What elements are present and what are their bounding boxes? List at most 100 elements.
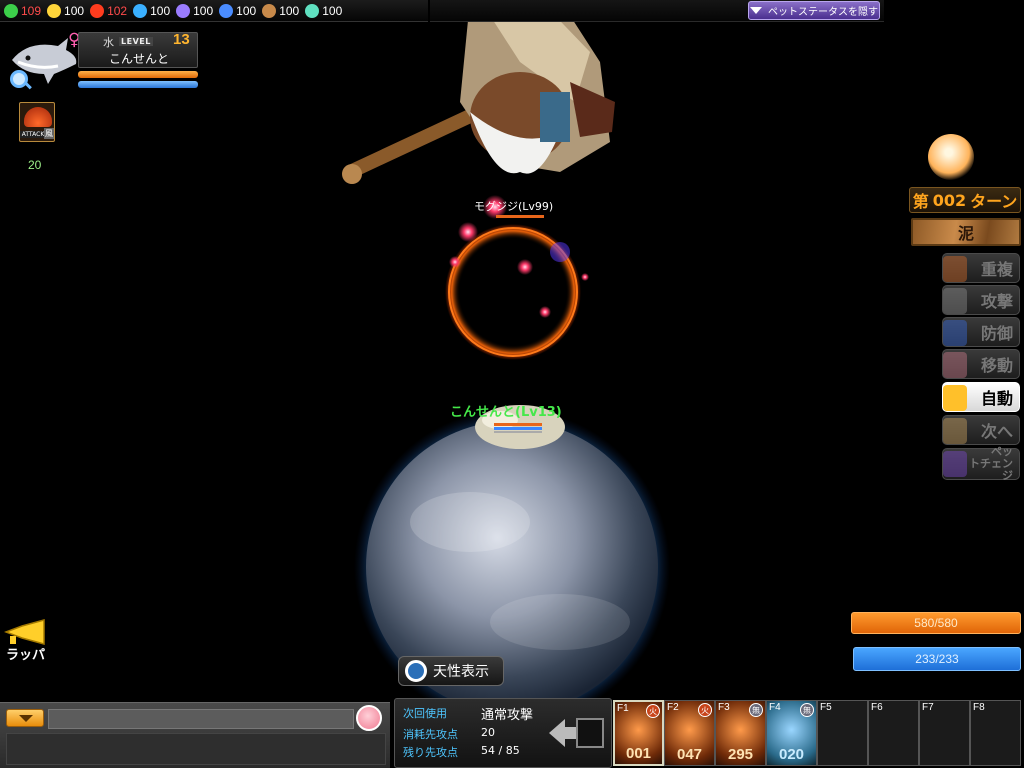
slot-key: F2 <box>667 702 679 713</box>
pet-status-panel: ♀ 水 LEVEL 13 こんせんと <box>8 28 198 98</box>
next-use-label: 次回使用 <box>403 707 447 720</box>
horn-icon <box>3 619 45 645</box>
remaining-value: 54 / 85 <box>481 744 520 757</box>
resource-value: 100 <box>193 3 214 18</box>
switch-arrow-icon[interactable] <box>547 715 605 751</box>
command-sword-button[interactable]: 攻撃 <box>942 285 1020 315</box>
fire-icon <box>90 3 105 18</box>
repeat-icon <box>943 256 967 282</box>
enemy-name-label: モグジジ(Lv99) <box>474 200 554 213</box>
terrain-label: 泥 <box>957 224 974 243</box>
attack-skill-icon[interactable]: ATTACK 風 <box>19 102 55 142</box>
battle-scene-art <box>342 0 670 725</box>
slot-key: F7 <box>922 702 934 713</box>
chat-toggle-button[interactable] <box>6 709 44 727</box>
player-name-label: こんせんと(Lv13) <box>450 405 562 420</box>
slot-key: F6 <box>871 702 883 713</box>
horn-label: ラッパ <box>6 648 46 663</box>
pet-level: 13 <box>173 31 190 48</box>
target-icon <box>219 3 234 18</box>
wind-icon <box>305 3 320 18</box>
command-label: 移動 <box>980 356 1013 375</box>
pet-name: こんせんと <box>109 52 170 66</box>
resource-value: 100 <box>64 3 85 18</box>
slot-number: 020 <box>778 746 805 763</box>
hide-pet-status-button[interactable]: ペットステータスを隠す <box>748 1 880 20</box>
action-info-panel: 次回使用 通常攻撃 消耗先攻点 20 残り先攻点 54 / 85 <box>394 698 612 768</box>
horn-button[interactable]: ラッパ <box>3 618 52 664</box>
function-slot-f8[interactable]: F8 <box>970 700 1021 766</box>
slot-element: 火 <box>646 704 660 718</box>
terrain-indicator: 泥 <box>911 218 1021 246</box>
command-wing-button[interactable]: 移動 <box>942 349 1020 379</box>
pet-hp-bar <box>78 71 198 78</box>
chat-input[interactable] <box>48 709 354 729</box>
water-drop-icon <box>133 3 148 18</box>
trait-display-label: 天性表示 <box>433 664 489 680</box>
total-mp-value: 233/233 <box>915 652 959 666</box>
command-label: 次へ <box>980 422 1013 441</box>
resource-target: 100 <box>219 3 257 18</box>
function-slot-f2[interactable]: F2 火 047 <box>664 700 715 766</box>
function-slot-f5[interactable]: F5 <box>817 700 868 766</box>
triangle-down-icon <box>750 7 762 14</box>
emote-face-icon[interactable] <box>356 705 382 731</box>
command-shield-button[interactable]: 防御 <box>942 317 1020 347</box>
player-mp-bar <box>494 427 542 430</box>
slot-key: F1 <box>617 703 629 714</box>
pet-mp-bar <box>78 81 198 88</box>
total-hp-value: 580/580 <box>914 616 958 630</box>
command-label: 重複 <box>980 260 1013 279</box>
pet-change-icon <box>943 451 967 477</box>
function-slot-f4[interactable]: F4 無 020 <box>766 700 817 766</box>
slot-number: 047 <box>676 746 703 763</box>
slot-key: F4 <box>769 702 781 713</box>
chat-panel <box>0 702 390 768</box>
function-slot-f1[interactable]: F1 火 001 <box>613 700 664 766</box>
enemy-hp-bar <box>496 215 544 218</box>
mountain-icon <box>262 3 277 18</box>
command-label: 自動 <box>980 389 1013 408</box>
sun-weather-icon <box>928 134 974 180</box>
auto-icon <box>943 385 967 411</box>
pet-name-box: 水 LEVEL 13 こんせんと <box>78 31 198 68</box>
trait-display-button[interactable]: 天性表示 <box>398 656 504 686</box>
resource-value: 109 <box>21 3 42 18</box>
top-status-strip: ペットステータスを隠す <box>430 0 884 22</box>
total-hp-bar: 580/580 <box>851 612 1021 634</box>
resource-mountain: 100 <box>262 3 299 18</box>
moon-icon <box>176 3 191 18</box>
turn-number: 002 <box>932 190 967 210</box>
magnify-icon <box>405 660 427 682</box>
command-label: 防御 <box>980 324 1013 343</box>
star-icon <box>47 3 62 18</box>
cost-label: 消耗先攻点 <box>403 728 458 741</box>
resource-water-drop: 100 <box>133 3 170 18</box>
command-hand-button[interactable]: 次へ <box>942 415 1020 445</box>
skill-element: 風 <box>44 128 54 139</box>
slot-element: 火 <box>698 703 712 717</box>
turn-counter: 第 002 ターン <box>909 187 1021 213</box>
command-pet-change-button[interactable]: ペッ トチェンジ <box>942 446 1020 482</box>
shield-icon <box>943 320 967 346</box>
player-xp-bar <box>494 431 542 433</box>
slot-element: 無 <box>749 703 763 717</box>
pet-level-label: LEVEL <box>119 37 153 46</box>
sword-icon <box>943 288 967 314</box>
wing-icon <box>943 352 967 378</box>
next-use-value: 通常攻撃 <box>481 708 534 723</box>
enemy-sprite <box>342 0 615 184</box>
function-slot-f3[interactable]: F3 無 295 <box>715 700 766 766</box>
command-repeat-button[interactable]: 重複 <box>942 253 1020 283</box>
resource-green-crystal: 109 <box>4 3 42 18</box>
command-auto-button[interactable]: 自動 <box>942 382 1020 412</box>
magnify-icon[interactable] <box>10 70 28 88</box>
resource-value: 100 <box>236 3 257 18</box>
function-slot-f6[interactable]: F6 <box>868 700 919 766</box>
turn-suffix: ターン <box>970 192 1018 211</box>
resource-bar: 109 100 102 100 100 100 100 100 <box>0 0 428 22</box>
skill-icon-label: ATTACK <box>20 131 46 138</box>
function-slot-f7[interactable]: F7 <box>919 700 970 766</box>
chat-log <box>6 733 386 765</box>
resource-moon: 100 <box>176 3 214 18</box>
